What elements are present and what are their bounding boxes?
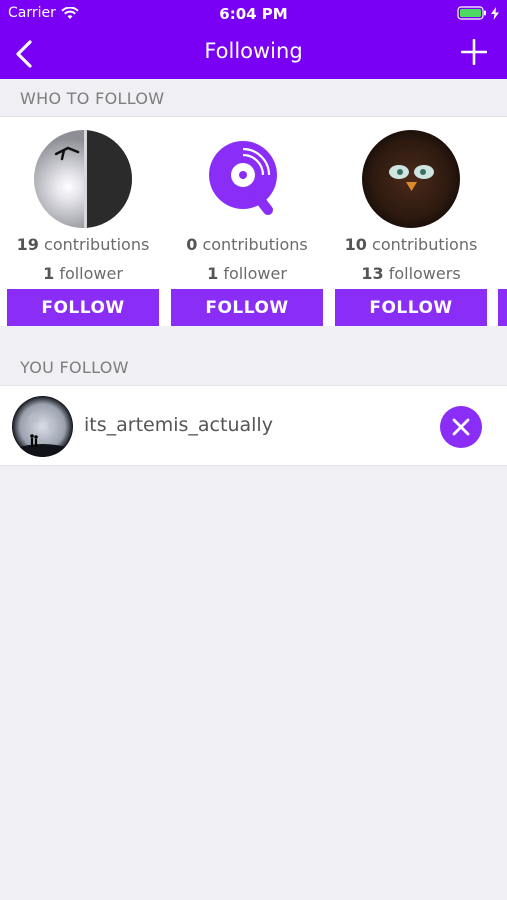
follow-button[interactable]: FOLLOW <box>335 289 487 326</box>
page-title: Following <box>204 39 303 63</box>
followers-count: 1 follower <box>207 264 287 283</box>
contributions-count: 10 contributions <box>344 235 478 254</box>
user-avatar[interactable] <box>34 130 132 228</box>
follow-button[interactable]: FOLLOW <box>171 289 323 326</box>
who-to-follow-header: WHO TO FOLLOW <box>20 88 165 108</box>
suggested-user-card[interactable]: 10 contributions 13 followers FOLLOW <box>335 117 487 326</box>
contributions-count: 19 contributions <box>16 235 150 254</box>
who-to-follow-carousel[interactable]: 19 contributions 1 follower FOLLOW 0 con… <box>0 116 507 326</box>
you-follow-header: YOU FOLLOW <box>20 357 129 377</box>
app-logo-icon <box>198 130 296 228</box>
add-plus-icon[interactable] <box>461 39 487 65</box>
photo-avatar-image <box>34 130 132 228</box>
battery-icon <box>457 6 486 20</box>
charging-bolt-icon <box>491 6 499 20</box>
user-avatar[interactable] <box>362 130 460 228</box>
furby-avatar-image <box>362 130 460 228</box>
moon-avatar-image <box>12 396 73 457</box>
followed-user-row[interactable]: its_artemis_actually <box>0 385 507 466</box>
username-label: its_artemis_actually <box>84 414 273 436</box>
followers-count: 13 followers <box>361 264 461 283</box>
followers-count: 1 follower <box>43 264 123 283</box>
status-bar: Carrier 6:04 PM <box>0 0 507 28</box>
suggested-user-card[interactable]: 19 contributions 1 follower FOLLOW <box>7 117 159 326</box>
user-avatar[interactable] <box>12 396 73 457</box>
unfollow-button[interactable] <box>440 406 482 448</box>
navigation-bar: Following <box>0 28 507 79</box>
clock: 6:04 PM <box>219 5 288 23</box>
follow-button[interactable]: FOLLOW <box>7 289 159 326</box>
close-icon <box>452 418 470 436</box>
battery-indicator <box>457 6 499 20</box>
user-avatar[interactable] <box>198 130 296 228</box>
contributions-count: 0 contributions <box>186 235 308 254</box>
next-card-peek[interactable] <box>498 289 507 326</box>
suggested-user-card[interactable]: 0 contributions 1 follower FOLLOW <box>171 117 323 326</box>
